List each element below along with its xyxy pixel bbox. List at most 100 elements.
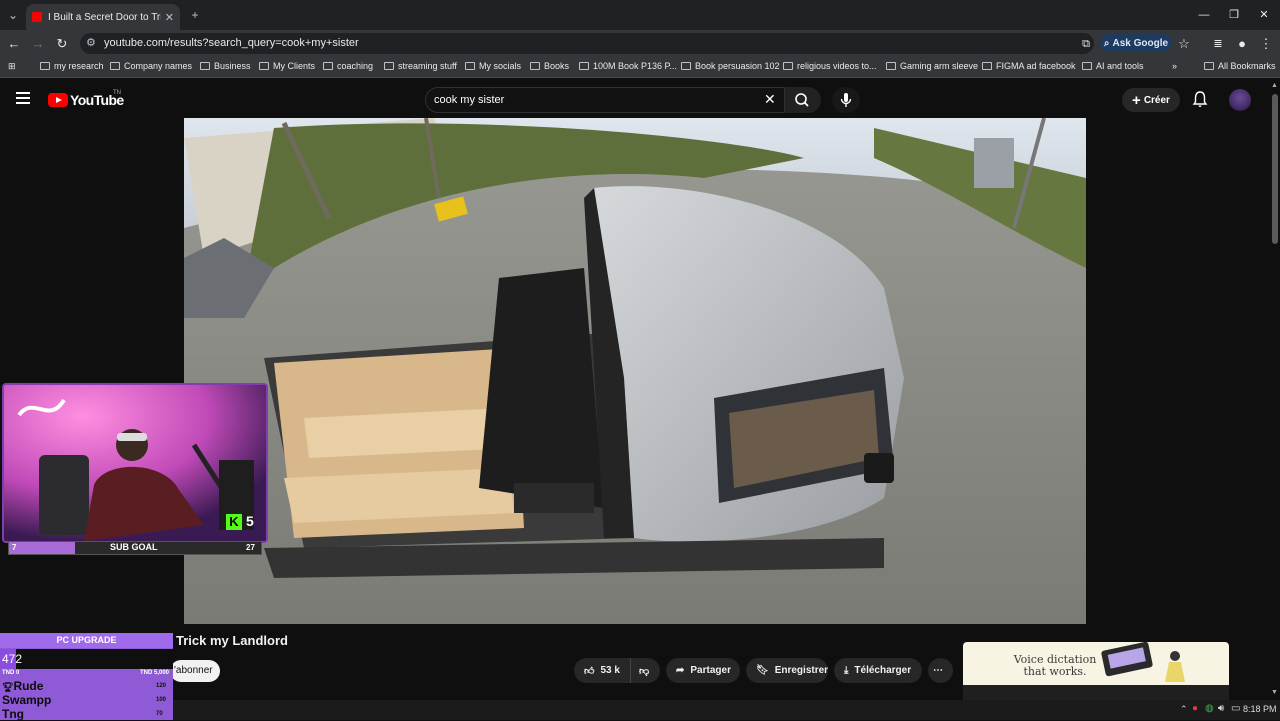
sub-goal-progress <box>9 542 75 554</box>
back-icon[interactable]: ← <box>4 34 24 54</box>
save-label: Enregistrer <box>774 665 829 676</box>
all-bookmarks-folder[interactable]: All Bookmarks <box>1204 61 1276 71</box>
bookmark-folder[interactable]: 100M Book P136 P... <box>579 61 677 71</box>
scroll-down-icon[interactable]: ▼ <box>1271 689 1278 696</box>
more-dots-icon: ⋯ <box>933 665 943 676</box>
share-arrow-icon: ➦ <box>676 665 685 676</box>
taskbar-clock[interactable]: 8:18 PM <box>1243 704 1277 714</box>
profile-icon[interactable]: ● <box>1232 34 1252 54</box>
share-button[interactable]: ➦ Partager <box>666 658 740 683</box>
window-close-icon[interactable]: ✕ <box>1254 6 1274 24</box>
folder-icon <box>40 62 50 70</box>
search-input[interactable]: cook my sister <box>425 87 785 113</box>
tab-search-icon[interactable]: ⌄ <box>4 6 22 24</box>
ask-google-button[interactable]: ⌕ Ask Google <box>1100 34 1172 52</box>
bookmark-folder[interactable]: Gaming arm sleeve <box>886 61 978 71</box>
clear-search-icon[interactable]: ✕ <box>764 91 776 108</box>
folder-icon <box>579 62 589 70</box>
like-button[interactable]: 👍︎ 53 k <box>574 658 630 683</box>
bookmark-label: AI and tools <box>1096 61 1144 71</box>
save-button[interactable]: 🔖︎ Enregistrer <box>746 658 828 683</box>
bookmark-folder[interactable]: Books <box>530 61 569 71</box>
bookmark-label: Books <box>544 61 570 71</box>
video-frame <box>184 118 1086 624</box>
bookmark-label: My Clients <box>273 61 316 71</box>
like-count: 53 k <box>600 665 620 676</box>
bookmark-icon: 🔖︎ <box>756 665 769 676</box>
ad-footer <box>963 685 1229 700</box>
video-player[interactable] <box>184 118 1086 624</box>
bookmark-folder[interactable]: coaching <box>323 61 373 71</box>
account-avatar[interactable] <box>1229 89 1251 111</box>
bookmark-folder[interactable]: My socials <box>465 61 521 71</box>
media-controls-icon[interactable]: ≣ <box>1208 34 1228 54</box>
folder-icon <box>259 62 269 70</box>
speaker-icon[interactable]: 🔊︎ <box>1218 703 1224 714</box>
bookmark-star-icon[interactable]: ☆ <box>1174 34 1194 54</box>
more-actions-button[interactable]: ⋯ <box>928 658 953 683</box>
pc-upgrade-amount: 472 <box>2 652 23 666</box>
bookmark-folder[interactable]: My Clients <box>259 61 315 71</box>
folder-icon <box>982 62 992 70</box>
microphone-icon <box>840 93 852 107</box>
bookmark-folder[interactable]: religious videos to... <box>783 61 877 71</box>
reload-icon[interactable]: ↻ <box>52 34 72 54</box>
apps-grid-icon[interactable]: ⊞ <box>8 61 16 72</box>
bookmark-folder[interactable]: streaming stuff <box>384 61 457 71</box>
create-button[interactable]: + Créer <box>1122 88 1180 112</box>
bookmark-label: streaming stuff <box>398 61 457 71</box>
leaderboard-value: 100 <box>156 697 167 703</box>
folder-icon <box>200 62 210 70</box>
download-button[interactable]: ⤓ Télécharger <box>834 658 922 683</box>
folder-icon <box>1204 62 1214 70</box>
scrollbar-thumb[interactable] <box>1272 94 1278 244</box>
pc-upgrade-title: PC UPGRADE <box>0 633 173 648</box>
youtube-logo-icon[interactable] <box>48 93 68 107</box>
pc-upgrade-bar <box>0 649 173 669</box>
cast-icon[interactable]: ⧉ <box>1076 34 1096 54</box>
trophy-icon: 🏆︎ <box>2 682 14 692</box>
bookmark-folder[interactable]: FIGMA ad facebook <box>982 61 1076 71</box>
bookmark-label: coaching <box>337 61 374 71</box>
hamburger-menu-icon[interactable] <box>16 92 30 104</box>
webcam-badge-count: 5 <box>246 513 254 529</box>
browser-tab-active[interactable]: I Built a Secret Door to Trick my ✕ <box>26 4 180 30</box>
bookmark-folder[interactable]: Business <box>200 61 251 71</box>
sub-goal-current: 7 <box>12 543 17 552</box>
leaderboard-value: 70 <box>156 711 163 717</box>
share-label: Partager <box>690 665 731 676</box>
tab-close-icon[interactable]: ✕ <box>165 11 174 24</box>
bookmark-folder[interactable]: Book persuasion 102 <box>681 61 780 71</box>
bookmark-label: Business <box>214 61 251 71</box>
sub-goal-target: 27 <box>246 543 255 552</box>
minimize-icon[interactable]: — <box>1194 6 1214 24</box>
bookmarks-overflow-icon[interactable]: » <box>1172 61 1177 71</box>
video-title: Trick my Landlord <box>176 633 288 648</box>
forward-icon[interactable]: → <box>28 34 48 54</box>
kick-logo-icon: K <box>226 514 242 530</box>
pc-upgrade-max: TND 5,000 <box>140 670 170 676</box>
notifications-bell-icon[interactable] <box>1192 90 1208 113</box>
voice-search-button[interactable] <box>832 87 860 113</box>
tray-app-icon[interactable]: ● <box>1192 703 1198 714</box>
bookmark-folder[interactable]: AI and tools <box>1082 61 1144 71</box>
search-button[interactable] <box>785 87 821 113</box>
subscribe-button[interactable]: 'abonner <box>170 660 220 682</box>
bookmark-folder[interactable]: my research <box>40 61 104 71</box>
plus-icon: + <box>1132 91 1141 109</box>
scroll-up-icon[interactable]: ▲ <box>1271 82 1278 89</box>
site-settings-icon[interactable]: ⚙ <box>86 36 96 49</box>
menu-kebab-icon[interactable]: ⋮ <box>1256 34 1276 54</box>
leaderboard-name: Swampp <box>2 693 52 707</box>
network-icon[interactable]: ▭ <box>1231 703 1240 714</box>
dislike-button[interactable]: 👎︎ <box>630 658 660 683</box>
bookmark-folder[interactable]: Company names <box>110 61 192 71</box>
tray-overflow-icon[interactable]: ⌃ <box>1180 704 1188 715</box>
url-text[interactable]: youtube.com/results?search_query=cook+my… <box>104 37 359 49</box>
new-tab-icon[interactable]: + <box>186 6 204 24</box>
tray-status-icon[interactable]: ◍ <box>1205 703 1214 714</box>
restore-icon[interactable]: ❐ <box>1224 6 1244 24</box>
system-taskbar <box>0 700 1280 720</box>
leaderboard-name-text: Rude <box>13 679 44 693</box>
youtube-favicon-icon <box>32 12 42 22</box>
